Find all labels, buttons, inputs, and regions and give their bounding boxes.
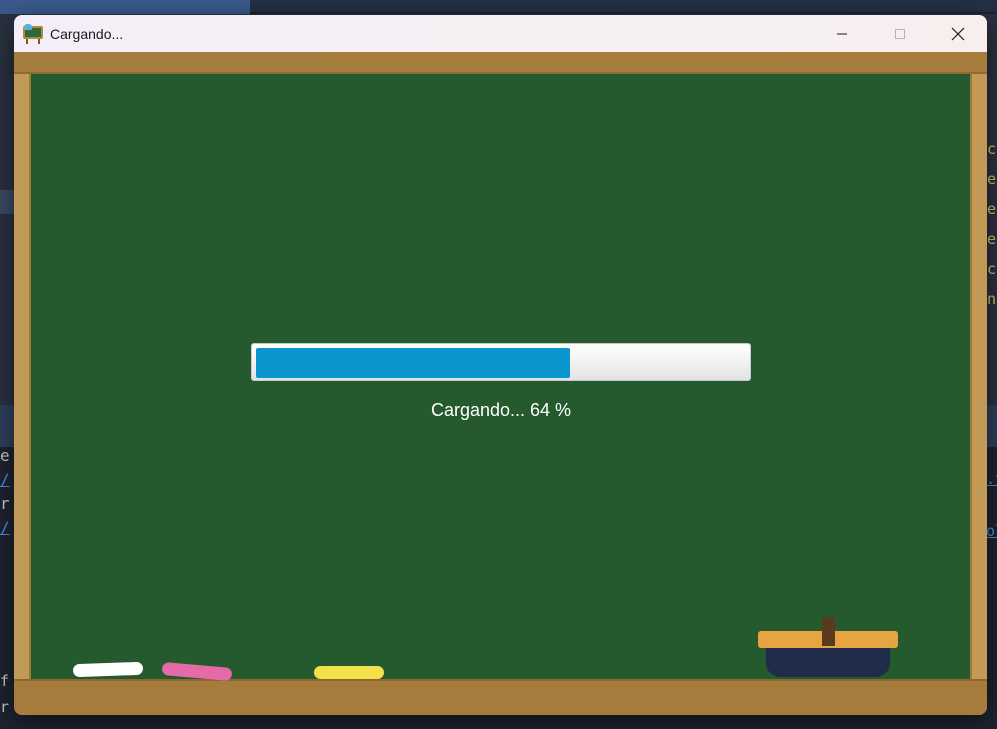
window-title: Cargando... [50,25,124,42]
background-taskbar-strip [0,0,250,14]
chalk-tray [14,679,987,715]
loading-status-text: Cargando... 64 % [430,400,572,420]
background-header [250,0,997,12]
chalkboard-frame-right [970,74,987,679]
window-controls [813,15,987,52]
close-button[interactable] [929,15,987,52]
eraser-handle [822,617,835,646]
maximize-button[interactable] [871,15,929,52]
yellow-chalk [314,666,384,679]
chalkboard-frame-left [14,74,31,679]
minimize-icon [837,33,847,34]
minimize-button[interactable] [813,15,871,52]
close-icon [951,27,965,40]
white-chalk [72,661,144,678]
background-links-right: .t ol [986,470,997,540]
loading-window: Cargando... Cargando... 64 % [14,15,987,715]
title-bar[interactable]: Cargando... [14,15,987,52]
progress-bar-fill [256,348,570,378]
maximize-icon [895,28,905,39]
eraser-felt [766,647,890,677]
loading-progress-bar [251,343,751,381]
background-code-bottom: fr [0,672,10,716]
background-code-left: e / r / [0,446,10,537]
background-highlight [0,190,14,214]
chalkboard-app-icon [23,23,43,44]
chalkboard-frame-top [14,52,987,74]
